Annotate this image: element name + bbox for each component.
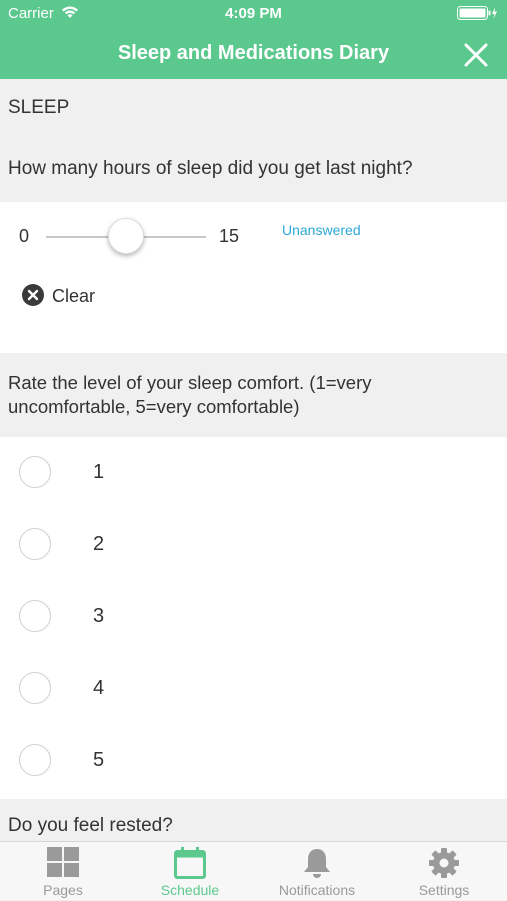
nav-bar: Sleep and Medications Diary [0, 28, 507, 79]
tab-label: Notifications [278, 882, 356, 898]
slider-min-label: 0 [19, 226, 30, 246]
tab-label: Schedule [160, 882, 220, 898]
question-hours-label: How many hours of sleep did you get last… [8, 158, 413, 179]
tab-bar: Pages Schedule Notifications Settings [0, 841, 507, 900]
radio-option-4[interactable]: 4 [0, 653, 507, 725]
radio-button[interactable] [19, 456, 51, 488]
radio-option-5[interactable]: 5 [0, 725, 507, 797]
radio-button[interactable] [19, 600, 51, 632]
slider-thumb[interactable] [108, 218, 144, 254]
tab-notifications[interactable]: Notifications [254, 842, 380, 901]
radio-option-2[interactable]: 2 [0, 509, 507, 581]
slider-max-label: 15 [219, 226, 240, 246]
radio-option-1[interactable]: 1 [0, 437, 507, 509]
tab-schedule[interactable]: Schedule [127, 842, 253, 901]
tab-label: Settings [418, 882, 470, 898]
radio-option-3[interactable]: 3 [0, 581, 507, 653]
clock: 4:09 PM [225, 5, 282, 22]
close-icon [464, 43, 488, 67]
close-button[interactable] [463, 42, 489, 68]
clear-label: Clear [52, 286, 96, 306]
bell-icon [301, 847, 333, 879]
option-label: 1 [93, 461, 105, 483]
gear-icon [428, 847, 460, 879]
section-title: SLEEP [8, 97, 70, 118]
battery-icon [457, 6, 499, 25]
option-label: 5 [93, 749, 105, 771]
clear-icon [22, 284, 44, 306]
hours-question-panel: 0 15 Unanswered Clear [0, 202, 507, 353]
grid-icon [47, 847, 79, 879]
radio-button[interactable] [19, 528, 51, 560]
calendar-icon [174, 847, 206, 879]
radio-button[interactable] [19, 744, 51, 776]
option-label: 4 [93, 677, 105, 699]
option-label: 2 [93, 533, 105, 555]
question-comfort-label: Rate the level of your sleep comfort. (1… [8, 372, 372, 417]
status-bar: Carrier 4:09 PM [0, 0, 507, 28]
tab-settings[interactable]: Settings [381, 842, 507, 901]
tab-label: Pages [43, 882, 83, 898]
answer-status: Unanswered [282, 222, 361, 238]
form-content[interactable]: SLEEP How many hours of sleep did you ge… [0, 79, 507, 841]
question-rested-label: Do you feel rested? [8, 815, 173, 836]
page-title: Sleep and Medications Diary [117, 42, 390, 64]
radio-button[interactable] [19, 672, 51, 704]
comfort-options: 1 2 3 4 5 [0, 437, 507, 799]
tab-pages[interactable]: Pages [0, 842, 126, 901]
option-label: 3 [93, 605, 105, 627]
